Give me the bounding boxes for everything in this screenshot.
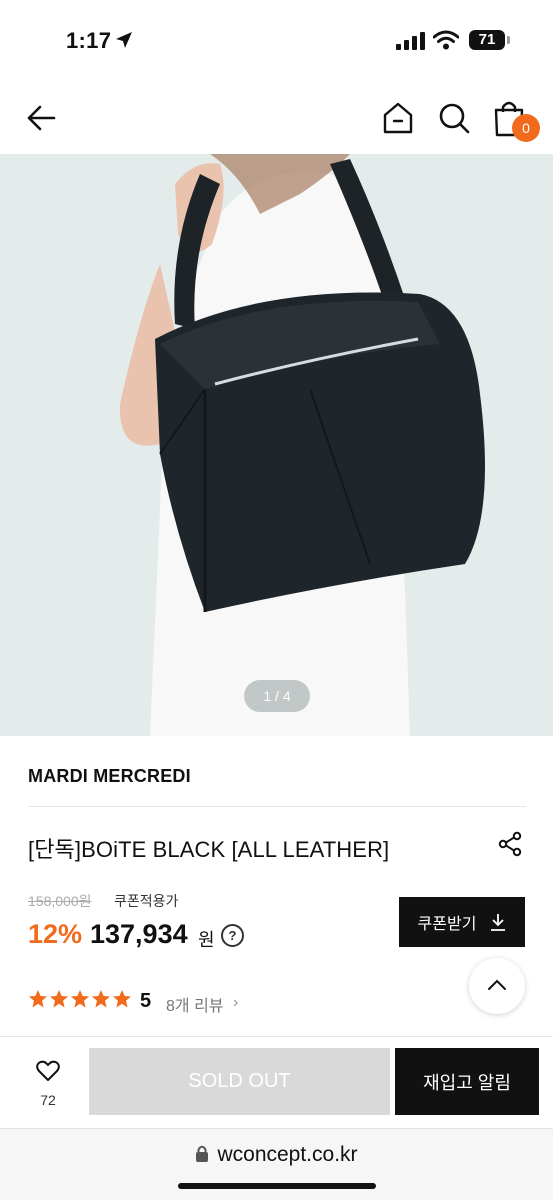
star-icon — [50, 990, 68, 1008]
search-icon[interactable] — [436, 100, 472, 136]
battery-level: 71 — [478, 31, 496, 48]
image-pager: 1 / 4 — [244, 680, 310, 712]
wifi-icon — [433, 30, 459, 50]
url-text: wconcept.co.kr — [217, 1143, 358, 1166]
product-image — [0, 154, 553, 736]
lock-icon — [196, 1145, 209, 1162]
rating-score: 5 — [140, 990, 152, 1012]
share-icon[interactable] — [496, 830, 524, 858]
sold-out-button[interactable]: SOLD OUT — [89, 1048, 390, 1115]
divider — [28, 806, 526, 807]
action-bar-divider — [0, 1036, 553, 1037]
wishlist-count: 72 — [40, 1092, 56, 1108]
price-help-icon[interactable]: ? — [221, 924, 244, 947]
star-icon — [71, 990, 89, 1008]
coupon-price-label: 쿠폰적용가 — [114, 893, 179, 909]
star-icon — [92, 990, 110, 1008]
browser-url-bar[interactable]: wconcept.co.kr — [0, 1128, 553, 1200]
cart-count-badge: 0 — [512, 114, 540, 142]
product-name: [단독]BOiTE BLACK [ALL LEATHER] — [28, 837, 390, 862]
original-price: 158,000원 — [28, 893, 92, 909]
chevron-up-icon — [488, 979, 506, 990]
rating-stars — [28, 989, 132, 1015]
restock-alert-button[interactable]: 재입고 알림 — [395, 1048, 539, 1115]
discount-rate: 12% — [28, 919, 83, 949]
app-header: 0 — [0, 84, 553, 154]
get-coupon-label: 쿠폰받기 — [417, 916, 477, 933]
chevron-right-icon[interactable]: › — [233, 994, 238, 1012]
battery-tip — [507, 36, 510, 44]
heart-icon — [36, 1060, 60, 1081]
currency-unit: 원 — [198, 930, 215, 950]
cellular-signal-icon — [396, 32, 425, 50]
get-coupon-button[interactable]: 쿠폰받기 — [399, 897, 525, 947]
sale-price: 137,934 — [90, 919, 188, 949]
home-indicator — [178, 1183, 376, 1189]
star-icon — [29, 990, 47, 1008]
review-count-link[interactable]: 8개 리뷰 — [166, 992, 224, 1016]
status-bar: 1:17 71 — [0, 0, 553, 84]
home-icon[interactable] — [380, 100, 416, 136]
wishlist-button[interactable]: 72 — [22, 1060, 74, 1112]
status-time: 1:17 — [66, 28, 112, 53]
brand-name[interactable]: MARDI MERCREDI — [28, 766, 191, 787]
scroll-to-top-button[interactable] — [469, 958, 525, 1014]
battery-indicator: 71 — [469, 30, 505, 50]
star-icon — [113, 990, 131, 1008]
location-arrow-icon — [116, 32, 132, 48]
download-icon — [491, 914, 506, 931]
url-field[interactable]: wconcept.co.kr — [0, 1143, 553, 1167]
product-image-carousel[interactable]: 1 / 4 — [0, 154, 553, 736]
back-arrow-icon[interactable] — [24, 100, 60, 136]
